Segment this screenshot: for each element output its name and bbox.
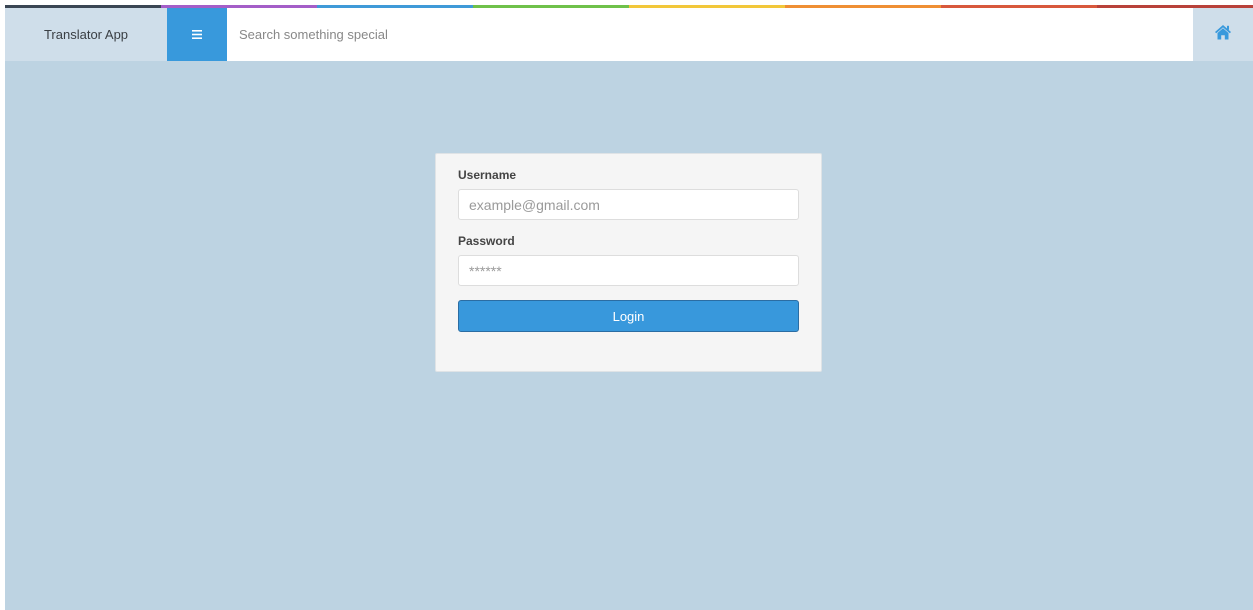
hamburger-icon xyxy=(192,26,202,44)
login-card: Username Password Login xyxy=(435,153,822,372)
username-label: Username xyxy=(458,168,517,182)
menu-toggle-button[interactable] xyxy=(167,8,227,61)
top-navbar: Translator App xyxy=(5,8,1253,61)
username-input[interactable] xyxy=(458,189,799,220)
home-button[interactable] xyxy=(1193,8,1253,61)
password-input[interactable] xyxy=(458,255,799,286)
app-frame: Translator App Username xyxy=(5,5,1253,610)
login-button[interactable]: Login xyxy=(458,300,799,332)
password-label: Password xyxy=(458,234,515,248)
home-icon xyxy=(1214,24,1232,45)
app-title[interactable]: Translator App xyxy=(5,8,167,61)
search-input[interactable] xyxy=(227,8,1193,61)
